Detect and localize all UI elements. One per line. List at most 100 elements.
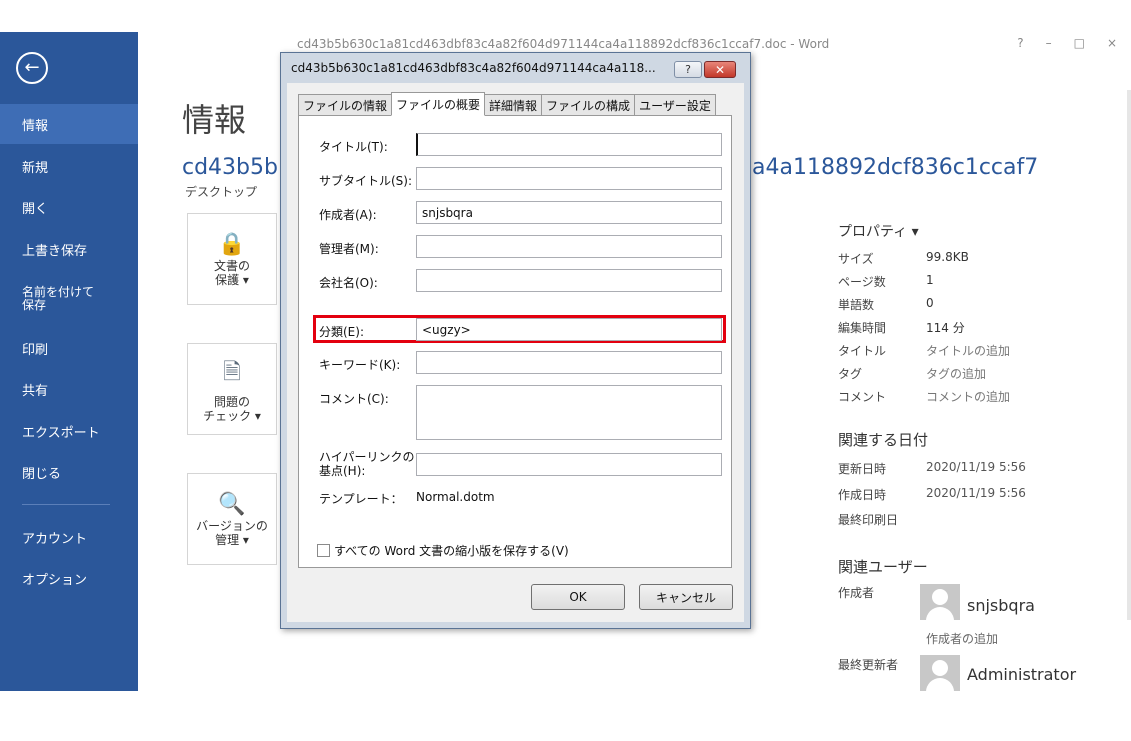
prop-value: 1 — [926, 273, 934, 287]
minimize-button[interactable]: – — [1046, 36, 1052, 50]
tile-label: 問題の チェック ▾ — [203, 395, 261, 423]
sidebar-item-print[interactable]: 印刷 — [0, 328, 138, 368]
author-field[interactable] — [416, 201, 722, 224]
tab-summary[interactable]: ファイルの概要 — [391, 92, 486, 116]
author-field-label: 作成者(A): — [319, 208, 377, 222]
last-modified-label-row: 最終更新者 — [838, 656, 926, 673]
summary-panel: タイトル(T): サブタイトル(S): 作成者(A): 管理者(M): 会社名(… — [298, 115, 732, 568]
lock-key-icon: 🔒 — [218, 231, 246, 257]
last-modified-label: 最終更新者 — [838, 658, 899, 672]
author-label-row: 作成者 — [838, 584, 926, 601]
add-title-field[interactable]: タイトルの追加 — [926, 342, 1010, 359]
close-window-button[interactable]: × — [1107, 36, 1117, 50]
prop-key: 作成日時 — [838, 488, 887, 502]
sidebar-item-close[interactable]: 閉じる — [0, 452, 138, 492]
maximize-button[interactable]: □ — [1074, 36, 1085, 50]
prop-key: 最終印刷日 — [838, 513, 899, 527]
sidebar-item-info[interactable]: 情報 — [0, 104, 138, 144]
date-row-printed: 最終印刷日 — [838, 511, 926, 528]
prop-row-words: 単語数 0 — [838, 296, 934, 313]
inspect-document-icon: 🗎 — [223, 360, 241, 385]
sidebar-item-account[interactable]: アカウント — [0, 517, 138, 557]
manager-field[interactable] — [416, 235, 722, 258]
tab-general[interactable]: ファイルの情報 — [298, 94, 392, 116]
author-name[interactable]: snjsbqra — [967, 596, 1035, 615]
checkbox-icon[interactable] — [317, 544, 330, 557]
manage-versions-button[interactable]: 🔍 バージョンの 管理 ▾ — [187, 473, 277, 565]
comments-field[interactable] — [416, 385, 722, 440]
sidebar-item-new[interactable]: 新規 — [0, 146, 138, 186]
document-name: cd43b5b — [182, 155, 278, 180]
tile-label: バージョンの 管理 ▾ — [196, 518, 268, 547]
prop-value: 2020/11/19 5:56 — [926, 486, 1026, 500]
sidebar-item-open[interactable]: 開く — [0, 187, 138, 227]
check-issues-button[interactable]: 🗎 問題の チェック ▾ — [187, 343, 277, 435]
sidebar-item-export[interactable]: エクスポート — [0, 411, 138, 451]
back-arrow-icon[interactable]: ← — [16, 52, 48, 84]
prop-row-comments: コメント コメントの追加 — [838, 388, 1010, 405]
hyperlink-base-label: ハイパーリンクの 基点(H): — [319, 450, 415, 478]
tile-label: 文書の 保護 ▾ — [213, 258, 250, 287]
ok-button[interactable]: OK — [531, 584, 625, 610]
company-label: 会社名(O): — [319, 276, 378, 290]
template-label: テンプレート： — [319, 492, 403, 506]
keywords-field[interactable] — [416, 351, 722, 374]
add-author-text[interactable]: 作成者の追加 — [926, 630, 998, 647]
sidebar-item-save[interactable]: 上書き保存 — [0, 229, 138, 269]
help-button[interactable]: ? — [1017, 36, 1023, 50]
sidebar-item-share[interactable]: 共有 — [0, 369, 138, 409]
dialog-close-button[interactable]: ✕ — [704, 61, 736, 78]
comments-label: コメント(C): — [319, 392, 389, 406]
related-dates-header: 関連する日付 — [838, 431, 929, 449]
prop-value: 114 分 — [926, 321, 965, 335]
add-tags-field[interactable]: タグの追加 — [926, 365, 986, 382]
prop-key: タイトル — [838, 344, 887, 358]
related-people-header: 関連ユーザー — [838, 558, 928, 576]
dialog-title: cd43b5b630c1a81cd463dbf83c4a82f604d97114… — [291, 61, 656, 75]
title-field[interactable] — [416, 133, 722, 156]
cancel-button[interactable]: キャンセル — [639, 584, 733, 610]
backstage-sidebar: ← 情報 新規 開く 上書き保存 名前を付けて 保存 印刷 共有 エクスポート … — [0, 32, 138, 691]
add-author-link[interactable]: 作成者の追加 — [926, 630, 998, 647]
prop-row-tags: タグ タグの追加 — [838, 365, 986, 382]
dialog-body: ファイルの情報 ファイルの概要 詳細情報 ファイルの構成 ユーザー設定 タイトル… — [287, 83, 744, 622]
prop-key: タグ — [838, 367, 863, 381]
document-name-tail: a4a118892dcf836c1ccaf7 — [752, 155, 1039, 180]
manager-label: 管理者(M): — [319, 242, 379, 256]
keywords-label: キーワード(K): — [319, 358, 401, 372]
prop-value: 0 — [926, 296, 934, 310]
page-title: 情報 — [182, 101, 247, 139]
company-field[interactable] — [416, 269, 722, 292]
prop-value: 2020/11/19 5:56 — [926, 460, 1026, 474]
prop-value: 99.8KB — [926, 250, 969, 264]
protect-document-button[interactable]: 🔒 文書の 保護 ▾ — [187, 213, 277, 305]
tab-statistics[interactable]: 詳細情報 — [485, 94, 542, 116]
prop-key: 単語数 — [838, 298, 875, 312]
window-title: cd43b5b630c1a81cd463dbf83c4a82f604d97114… — [297, 37, 830, 51]
prop-key: コメント — [838, 390, 887, 404]
add-comments-field[interactable]: コメントの追加 — [926, 388, 1010, 405]
subtitle-field[interactable] — [416, 167, 722, 190]
prop-row-title: タイトル タイトルの追加 — [838, 342, 1010, 359]
save-thumbnails-checkbox[interactable]: すべての Word 文書の縮小版を保存する(V) — [317, 542, 569, 559]
vertical-scrollbar[interactable] — [1127, 90, 1131, 620]
last-modified-name[interactable]: Administrator — [967, 665, 1076, 684]
category-field[interactable] — [416, 318, 722, 341]
prop-row-edit-time: 編集時間 114 分 — [838, 319, 965, 336]
save-thumbnails-label: すべての Word 文書の縮小版を保存する(V) — [334, 544, 569, 558]
tab-custom[interactable]: ユーザー設定 — [634, 94, 716, 116]
title-label: タイトル(T): — [319, 140, 388, 154]
sidebar-item-options[interactable]: オプション — [0, 558, 138, 598]
hyperlink-base-field[interactable] — [416, 453, 722, 476]
properties-dialog: cd43b5b630c1a81cd463dbf83c4a82f604d97114… — [280, 52, 751, 629]
tab-contents[interactable]: ファイルの構成 — [541, 94, 635, 116]
dialog-tabs: ファイルの情報 ファイルの概要 詳細情報 ファイルの構成 ユーザー設定 — [298, 92, 716, 116]
author-avatar — [920, 584, 960, 620]
author-label: 作成者 — [838, 586, 875, 600]
sidebar-item-save-as[interactable]: 名前を付けて 保存 — [0, 279, 138, 319]
manage-versions-icon: 🔍 — [218, 491, 246, 517]
properties-dropdown[interactable]: プロパティ ▾ — [838, 221, 919, 241]
category-label: 分類(E): — [319, 325, 364, 339]
date-row-modified: 更新日時 2020/11/19 5:56 — [838, 460, 1026, 477]
dialog-help-button[interactable]: ? — [674, 61, 702, 78]
